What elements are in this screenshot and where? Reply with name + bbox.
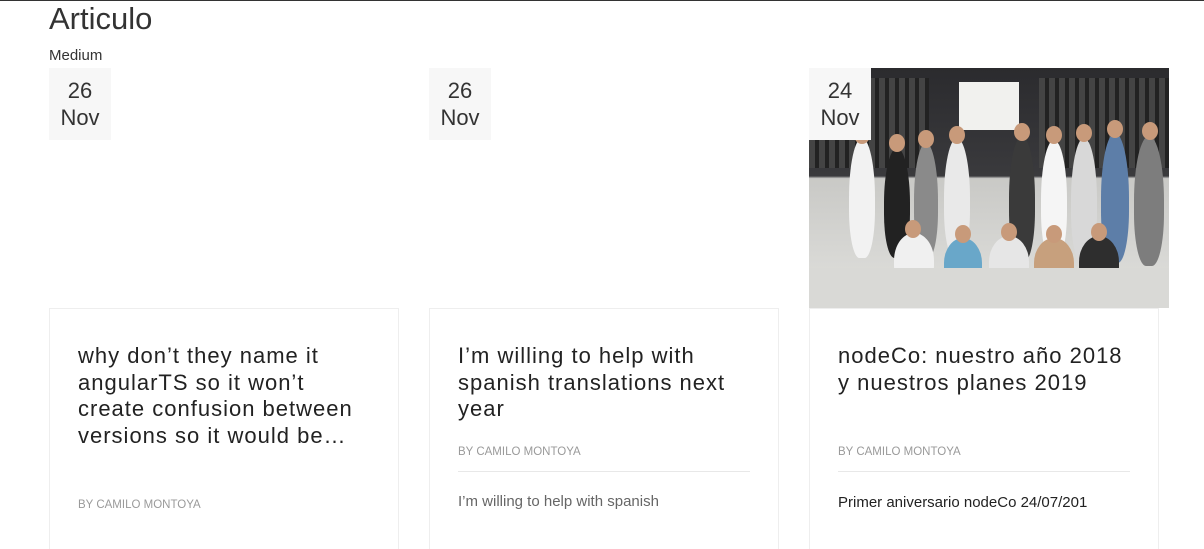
photo-head (889, 134, 905, 152)
post-column-2: 26 Nov I’m willing to help with spanish … (429, 68, 789, 549)
photo-head (905, 220, 921, 238)
photo-head (955, 225, 971, 243)
date-badge: 26 Nov (49, 68, 111, 140)
date-badge: 24 Nov (809, 68, 871, 140)
post-excerpt: Primer aniversario nodeCo 24/07/201 (838, 494, 1088, 511)
date-day: 26 (67, 78, 93, 103)
photo-head (918, 130, 934, 148)
photo-person (849, 138, 875, 258)
date-day: 24 (827, 78, 853, 103)
post-byline: BY CAMILO MONTOYA (838, 446, 961, 458)
photo-floor (809, 268, 1169, 308)
post-title-link[interactable]: I’m willing to help with spanish transla… (458, 343, 758, 423)
photo-head (1142, 122, 1158, 140)
date-month: Nov (820, 105, 860, 130)
section-label: Medium (49, 47, 103, 64)
post-column-1: 26 Nov why don’t they name it angularTS … (49, 68, 409, 549)
photo-head (1076, 124, 1092, 142)
post-excerpt: I’m willing to help with spanish (458, 493, 659, 510)
top-border (0, 0, 1204, 1)
post-card: I’m willing to help with spanish transla… (429, 308, 779, 549)
photo-head (1001, 223, 1017, 241)
post-card: why don’t they name it angularTS so it w… (49, 308, 399, 549)
photo-head (1107, 120, 1123, 138)
photo-board (959, 82, 1019, 130)
photo-head (1091, 223, 1107, 241)
post-column-3: 24 Nov nodeCo: nuestro año 2018 y nuestr… (809, 68, 1169, 549)
date-day: 26 (447, 78, 473, 103)
page-title: Articulo (49, 1, 153, 36)
date-badge: 26 Nov (429, 68, 491, 140)
post-byline: BY CAMILO MONTOYA (78, 499, 201, 511)
photo-head (1046, 126, 1062, 144)
date-month: Nov (60, 105, 100, 130)
photo-head (1046, 225, 1062, 243)
photo-head (1014, 123, 1030, 141)
post-byline: BY CAMILO MONTOYA (458, 446, 581, 458)
photo-person (1134, 136, 1164, 266)
post-card: nodeCo: nuestro año 2018 y nuestros plan… (809, 308, 1159, 549)
card-divider (458, 471, 750, 472)
card-divider (838, 471, 1130, 472)
post-title-link[interactable]: nodeCo: nuestro año 2018 y nuestros plan… (838, 343, 1138, 396)
photo-head (949, 126, 965, 144)
date-month: Nov (440, 105, 480, 130)
post-title-link[interactable]: why don’t they name it angularTS so it w… (78, 343, 378, 449)
